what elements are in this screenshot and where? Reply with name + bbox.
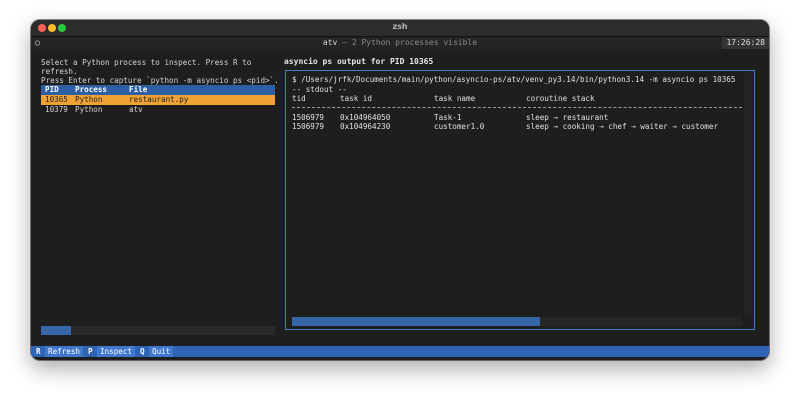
process-file: restaurant.py xyxy=(129,95,189,104)
refresh-button[interactable]: Refresh xyxy=(45,346,84,357)
process-name: Python xyxy=(75,105,103,114)
task-id: 0x104964050 xyxy=(340,112,391,122)
task-name: customer1.0 xyxy=(434,122,485,131)
app-subtitle: – 2 Python processes visible xyxy=(342,38,478,47)
task-id: 0x104964230 xyxy=(340,122,391,131)
task-name: Task-1 xyxy=(434,112,462,122)
app-title-bar: atv – 2 Python processes visible xyxy=(31,37,769,49)
column-header-coroutine-stack: coroutine stack xyxy=(526,94,595,103)
output-horizontal-scrollbar[interactable] xyxy=(292,317,742,326)
output-title: asyncio ps output for PID 10365 xyxy=(284,57,434,66)
output-content: $ /Users/jrfk/Documents/main/python/asyn… xyxy=(292,75,744,132)
instruction-line: refresh. xyxy=(41,67,78,76)
process-name: Python xyxy=(75,95,103,104)
coroutine-stack: sleep → cooking → chef → waiter → custom… xyxy=(526,122,719,131)
instructions: Select a Python process to inspect. Pres… xyxy=(41,58,279,85)
inspect-key: P xyxy=(88,347,93,356)
divider xyxy=(292,106,742,109)
column-header-task-name: task name xyxy=(434,94,476,103)
task-row: 1506979 0x104964230 customer1.0 sleep → … xyxy=(292,122,744,132)
output-header-row: tid task id task name coroutine stack xyxy=(292,94,744,104)
output-panel: $ /Users/jrfk/Documents/main/python/asyn… xyxy=(285,70,755,330)
column-header-tid: tid xyxy=(292,94,306,103)
window-title: zsh xyxy=(392,22,408,31)
quit-button[interactable]: Quit xyxy=(149,346,174,357)
process-file: atv xyxy=(129,105,143,114)
output-vertical-scrollbar[interactable] xyxy=(744,73,752,315)
column-header-file: File xyxy=(129,85,148,94)
command-line: $ /Users/jrfk/Documents/main/python/asyn… xyxy=(292,75,736,84)
process-list-scrollbar[interactable] xyxy=(41,326,275,335)
instruction-line: Press Enter to capture `python -m asynci… xyxy=(41,76,279,85)
app-header: ○ atv – 2 Python processes visible 17:26… xyxy=(31,37,769,49)
quit-key: Q xyxy=(140,347,145,356)
instruction-line: Select a Python process to inspect. Pres… xyxy=(41,58,252,67)
process-pid: 10379 xyxy=(45,105,68,114)
title-bar: zsh xyxy=(31,20,769,37)
column-header-task-id: task id xyxy=(340,94,373,103)
refresh-key: R xyxy=(36,347,41,356)
process-list-header: PID Process File xyxy=(41,85,275,95)
scrollbar-thumb[interactable] xyxy=(292,317,540,326)
process-list: PID Process File 10365 Python restaurant… xyxy=(41,85,275,115)
process-row[interactable]: 10379 Python atv xyxy=(41,105,275,115)
task-tid: 1506979 xyxy=(292,122,325,131)
stdout-label: -- stdout -- xyxy=(292,84,347,94)
task-tid: 1506979 xyxy=(292,112,325,122)
process-pid: 10365 xyxy=(45,95,68,104)
app-title: atv xyxy=(322,38,338,47)
column-header-pid: PID xyxy=(45,85,59,94)
clock: 17:26:28 xyxy=(722,37,769,49)
scrollbar-thumb[interactable] xyxy=(41,326,71,335)
column-header-process: Process xyxy=(75,85,108,94)
task-row: 1506979 0x104964050 Task-1 sleep → resta… xyxy=(292,113,744,123)
process-row-selected[interactable]: 10365 Python restaurant.py xyxy=(41,95,275,105)
inspect-button[interactable]: Inspect xyxy=(97,346,136,357)
key-bar: R Refresh P Inspect Q Quit xyxy=(31,346,769,357)
terminal-window: zsh ○ atv – 2 Python processes visible 1… xyxy=(31,20,769,360)
coroutine-stack: sleep → restaurant xyxy=(526,112,609,122)
